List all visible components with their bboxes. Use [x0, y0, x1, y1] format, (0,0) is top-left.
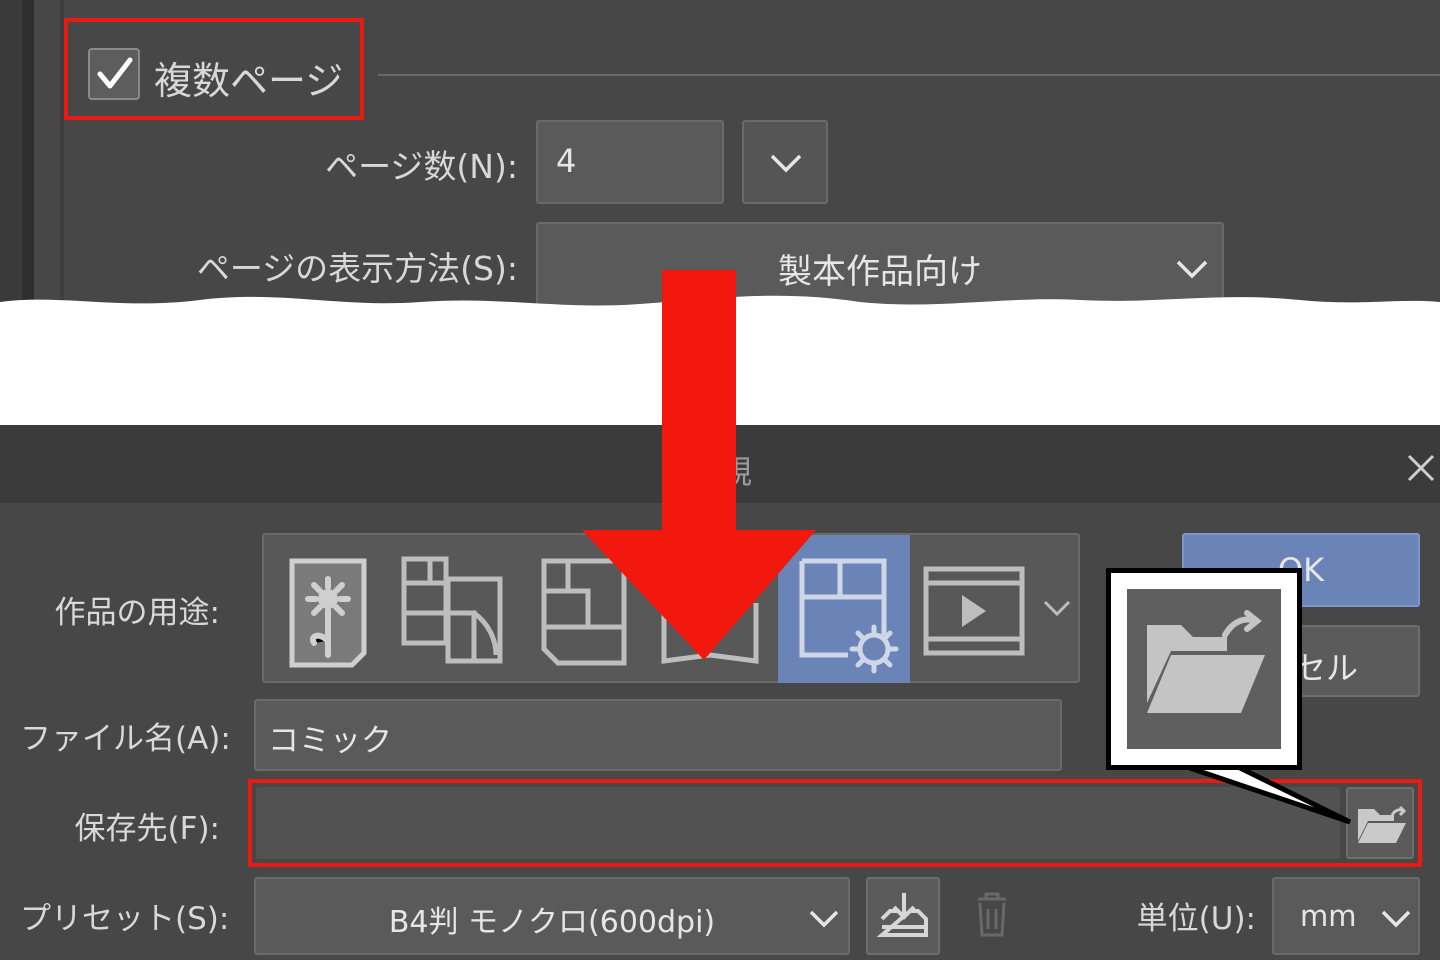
page-count-input[interactable]: 4	[536, 120, 724, 204]
down-arrow-icon	[582, 270, 816, 660]
file-name-input[interactable]: コミック	[254, 699, 1062, 771]
panel-edge	[0, 0, 22, 325]
folder-open-icon	[1358, 805, 1407, 843]
file-name-label: ファイル名(A):	[20, 721, 231, 757]
preset-value: B4判 モノクロ(600dpi)	[388, 905, 716, 940]
close-icon[interactable]	[1406, 453, 1436, 483]
preset-label: プリセット(S):	[20, 901, 230, 937]
page-count-label: ページ数(N):	[325, 147, 518, 186]
animation-icon[interactable]	[916, 543, 1028, 675]
chevron-down-icon	[809, 910, 839, 928]
callout-pointer	[1183, 764, 1352, 825]
page-count-dropdown-button[interactable]	[742, 120, 828, 204]
unit-label: 単位(U):	[1136, 901, 1256, 937]
usage-label: 作品の用途:	[54, 595, 220, 631]
unit-select[interactable]: mm	[1272, 877, 1420, 955]
multi-page-label: 複数ページ	[154, 59, 344, 103]
trash-icon	[978, 892, 1006, 937]
check-icon	[97, 57, 133, 89]
folder-icon-callout	[1106, 568, 1302, 770]
register-preset-button[interactable]	[866, 877, 940, 955]
chevron-down-icon	[770, 154, 802, 173]
folder-open-icon	[1147, 610, 1265, 713]
multi-page-checkbox[interactable]	[88, 48, 140, 100]
callout-icon-tile	[1127, 589, 1281, 749]
section-separator	[378, 74, 1440, 76]
unit-value: mm	[1300, 899, 1357, 933]
chevron-down-icon[interactable]	[1042, 597, 1072, 619]
panel-edge-inner	[22, 0, 34, 325]
delete-preset-button[interactable]	[956, 877, 1026, 955]
save-preset-icon	[876, 893, 928, 937]
chevron-down-icon	[1176, 260, 1208, 279]
preset-select[interactable]: B4判 モノクロ(600dpi)	[254, 877, 850, 955]
save-to-input[interactable]	[256, 787, 1340, 859]
save-to-label: 保存先(F):	[74, 811, 220, 847]
illustration-icon[interactable]	[274, 543, 386, 675]
comic-icon[interactable]	[392, 543, 512, 675]
chevron-down-icon	[1381, 910, 1411, 928]
